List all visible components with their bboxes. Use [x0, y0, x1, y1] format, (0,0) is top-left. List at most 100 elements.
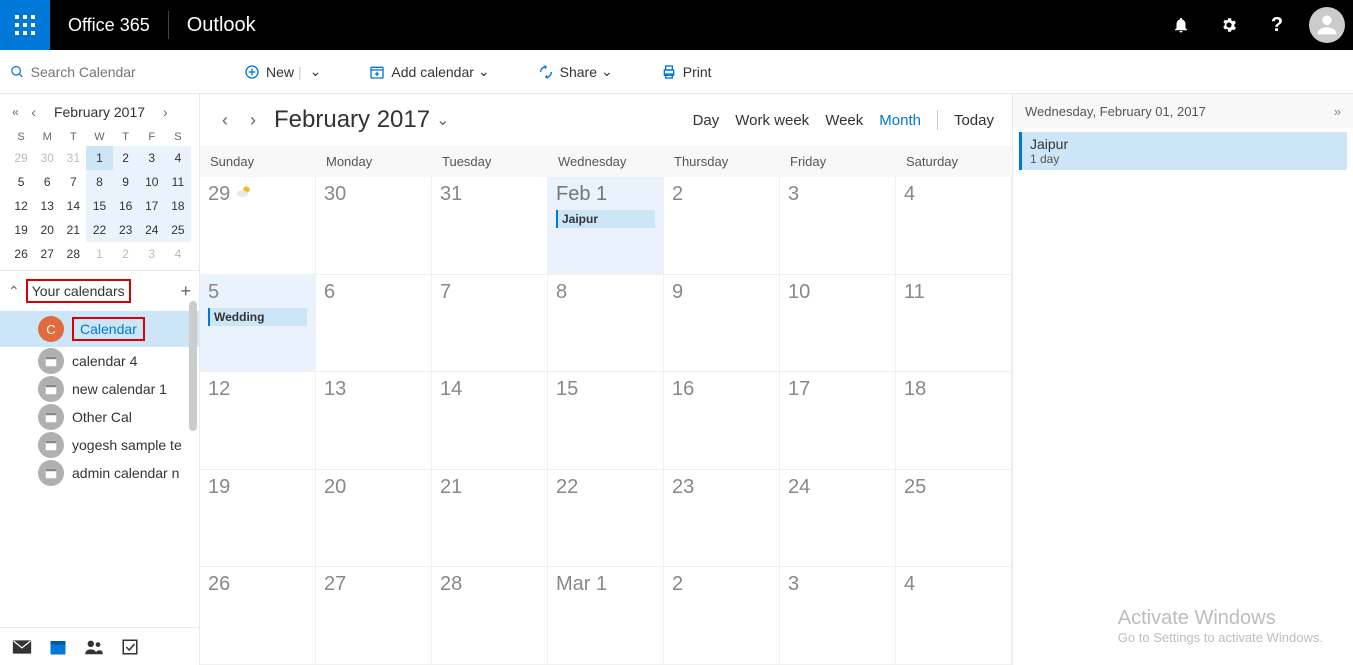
mini-day-cell[interactable]: 5: [8, 170, 34, 194]
calendar-cell[interactable]: 20: [316, 470, 432, 568]
view-work-week[interactable]: Work week: [735, 112, 809, 129]
calendar-list-item[interactable]: Other Cal: [0, 403, 199, 431]
mini-day-cell[interactable]: 11: [165, 170, 191, 194]
mini-day-cell[interactable]: 23: [113, 218, 139, 242]
add-calendar-group-button[interactable]: +: [180, 281, 191, 302]
mini-day-cell[interactable]: 6: [34, 170, 60, 194]
calendar-cell[interactable]: 18: [896, 372, 1012, 470]
calendar-cell[interactable]: 11: [896, 275, 1012, 373]
mini-day-cell[interactable]: 8: [86, 170, 112, 194]
month-title[interactable]: February 2017 ⌄: [274, 106, 450, 134]
calendar-list-item[interactable]: calendar 4: [0, 347, 199, 375]
calendar-cell[interactable]: 13: [316, 372, 432, 470]
calendar-list-item[interactable]: CCalendar: [0, 311, 199, 347]
people-nav-button[interactable]: [78, 631, 110, 663]
calendar-list-item[interactable]: yogesh sample te: [0, 431, 199, 459]
mini-day-cell[interactable]: 18: [165, 194, 191, 218]
mini-day-cell[interactable]: 20: [34, 218, 60, 242]
mail-nav-button[interactable]: [6, 631, 38, 663]
calendar-cell[interactable]: 25: [896, 470, 1012, 568]
calendar-cell[interactable]: 15: [548, 372, 664, 470]
mini-day-cell[interactable]: 4: [165, 146, 191, 170]
calendar-cell[interactable]: 3: [780, 177, 896, 275]
calendar-cell[interactable]: 10: [780, 275, 896, 373]
view-week[interactable]: Week: [825, 112, 863, 129]
calendar-cell[interactable]: 2: [664, 567, 780, 665]
new-button[interactable]: New | ⌄: [230, 63, 335, 80]
calendar-cell[interactable]: 7: [432, 275, 548, 373]
account-avatar[interactable]: [1309, 7, 1345, 43]
calendar-cell[interactable]: 30: [316, 177, 432, 275]
agenda-item[interactable]: Jaipur1 day: [1019, 132, 1347, 170]
search-input[interactable]: [25, 64, 190, 80]
mini-day-cell[interactable]: 15: [86, 194, 112, 218]
calendar-group-header[interactable]: ⌃ Your calendars +: [0, 271, 199, 311]
mini-day-cell[interactable]: 25: [165, 218, 191, 242]
mini-next-button[interactable]: ›: [163, 104, 168, 120]
mini-day-cell[interactable]: 14: [60, 194, 86, 218]
calendar-cell[interactable]: 12: [200, 372, 316, 470]
calendar-cell[interactable]: 24: [780, 470, 896, 568]
print-button[interactable]: Print: [647, 64, 726, 80]
calendar-list-item[interactable]: new calendar 1: [0, 375, 199, 403]
mini-day-cell[interactable]: 2: [113, 242, 139, 266]
notifications-button[interactable]: [1157, 0, 1205, 50]
calendar-cell[interactable]: 22: [548, 470, 664, 568]
calendar-event[interactable]: Wedding: [208, 308, 307, 326]
collapse-agenda-button[interactable]: »: [1334, 104, 1341, 119]
calendar-cell[interactable]: 23: [664, 470, 780, 568]
calendar-cell[interactable]: Feb 1Jaipur: [548, 177, 664, 275]
mini-day-cell[interactable]: 1: [86, 242, 112, 266]
mini-day-cell[interactable]: 30: [34, 146, 60, 170]
calendar-cell[interactable]: 19: [200, 470, 316, 568]
mini-day-cell[interactable]: 31: [60, 146, 86, 170]
calendar-cell[interactable]: 17: [780, 372, 896, 470]
app-name-label[interactable]: Outlook: [169, 14, 274, 37]
mini-day-cell[interactable]: 17: [139, 194, 165, 218]
calendar-cell[interactable]: 6: [316, 275, 432, 373]
mini-day-cell[interactable]: 16: [113, 194, 139, 218]
calendar-nav-button[interactable]: [42, 631, 74, 663]
app-launcher-button[interactable]: [0, 0, 50, 50]
today-button[interactable]: Today: [954, 112, 994, 129]
prev-month-button[interactable]: ‹: [218, 110, 232, 131]
mini-day-cell[interactable]: 7: [60, 170, 86, 194]
mini-day-cell[interactable]: 22: [86, 218, 112, 242]
tasks-nav-button[interactable]: [114, 631, 146, 663]
calendar-cell[interactable]: 3: [780, 567, 896, 665]
mini-day-cell[interactable]: 26: [8, 242, 34, 266]
calendar-cell[interactable]: 14: [432, 372, 548, 470]
calendar-cell[interactable]: Mar 1: [548, 567, 664, 665]
mini-day-cell[interactable]: 2: [113, 146, 139, 170]
share-button[interactable]: Share ⌄: [524, 63, 627, 80]
calendar-cell[interactable]: 26: [200, 567, 316, 665]
mini-prev-button[interactable]: ‹: [31, 104, 36, 120]
calendar-cell[interactable]: 28: [432, 567, 548, 665]
calendar-cell[interactable]: 8: [548, 275, 664, 373]
calendar-cell[interactable]: 29: [200, 177, 316, 275]
scrollbar-thumb[interactable]: [189, 301, 197, 431]
add-calendar-button[interactable]: Add calendar ⌄: [355, 63, 503, 80]
mini-day-cell[interactable]: 1: [86, 146, 112, 170]
mini-day-cell[interactable]: 13: [34, 194, 60, 218]
view-month[interactable]: Month: [879, 112, 921, 129]
calendar-list-item[interactable]: admin calendar n: [0, 459, 199, 487]
mini-day-cell[interactable]: 24: [139, 218, 165, 242]
view-day[interactable]: Day: [693, 112, 720, 129]
calendar-cell[interactable]: 31: [432, 177, 548, 275]
calendar-cell[interactable]: 4: [896, 177, 1012, 275]
mini-day-cell[interactable]: 21: [60, 218, 86, 242]
calendar-cell[interactable]: 16: [664, 372, 780, 470]
calendar-cell[interactable]: 5Wedding: [200, 275, 316, 373]
collapse-sidebar-button[interactable]: «: [12, 105, 19, 119]
mini-day-cell[interactable]: 10: [139, 170, 165, 194]
mini-day-cell[interactable]: 27: [34, 242, 60, 266]
search-area[interactable]: [0, 64, 200, 80]
mini-day-cell[interactable]: 29: [8, 146, 34, 170]
calendar-cell[interactable]: 9: [664, 275, 780, 373]
settings-button[interactable]: [1205, 0, 1253, 50]
mini-day-cell[interactable]: 28: [60, 242, 86, 266]
mini-day-cell[interactable]: 4: [165, 242, 191, 266]
next-month-button[interactable]: ›: [246, 110, 260, 131]
mini-day-cell[interactable]: 3: [139, 146, 165, 170]
